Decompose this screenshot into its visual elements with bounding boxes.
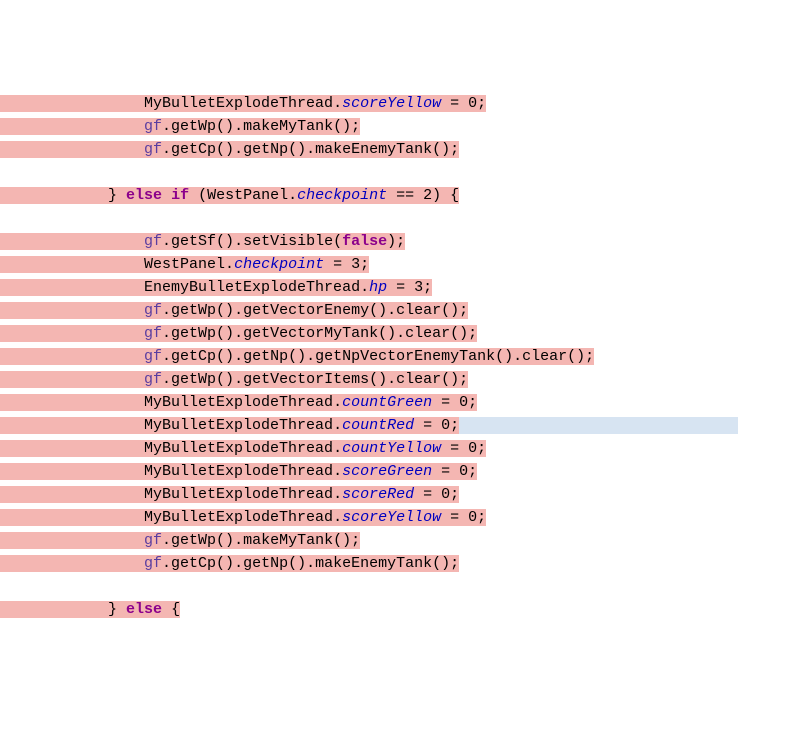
code-line: gf.getWp().getVectorMyTank().clear(); <box>0 322 791 345</box>
code-line: gf.getWp().getVectorEnemy().clear(); <box>0 299 791 322</box>
code-line: gf.getWp().makeMyTank(); <box>0 529 791 552</box>
code-line: } else { <box>0 598 791 621</box>
code-line: gf.getCp().getNp().makeEnemyTank(); <box>0 552 791 575</box>
selection-highlight <box>459 417 738 434</box>
code-line: gf.getCp().getNp().getNpVectorEnemyTank(… <box>0 345 791 368</box>
code-line: MyBulletExplodeThread.countGreen = 0; <box>0 391 791 414</box>
code-line: gf.getWp().makeMyTank(); <box>0 115 791 138</box>
code-line: gf.getWp().getVectorItems().clear(); <box>0 368 791 391</box>
blank-line <box>0 161 791 184</box>
code-line: EnemyBulletExplodeThread.hp = 3; <box>0 276 791 299</box>
code-line: MyBulletExplodeThread.scoreYellow = 0; <box>0 92 791 115</box>
code-line: } else if (WestPanel.checkpoint == 2) { <box>0 184 791 207</box>
code-line: gf.getCp().getNp().makeEnemyTank(); <box>0 138 791 161</box>
code-line: WestPanel.checkpoint = 3; <box>0 253 791 276</box>
code-line: MyBulletExplodeThread.scoreRed = 0; <box>0 483 791 506</box>
blank-line <box>0 575 791 598</box>
code-line: MyBulletExplodeThread.scoreGreen = 0; <box>0 460 791 483</box>
code-line: gf.getSf().setVisible(false); <box>0 230 791 253</box>
code-line: MyBulletExplodeThread.countYellow = 0; <box>0 437 791 460</box>
blank-line <box>0 207 791 230</box>
code-line: MyBulletExplodeThread.scoreYellow = 0; <box>0 506 791 529</box>
code-line: MyBulletExplodeThread.countRed = 0; <box>0 414 791 437</box>
